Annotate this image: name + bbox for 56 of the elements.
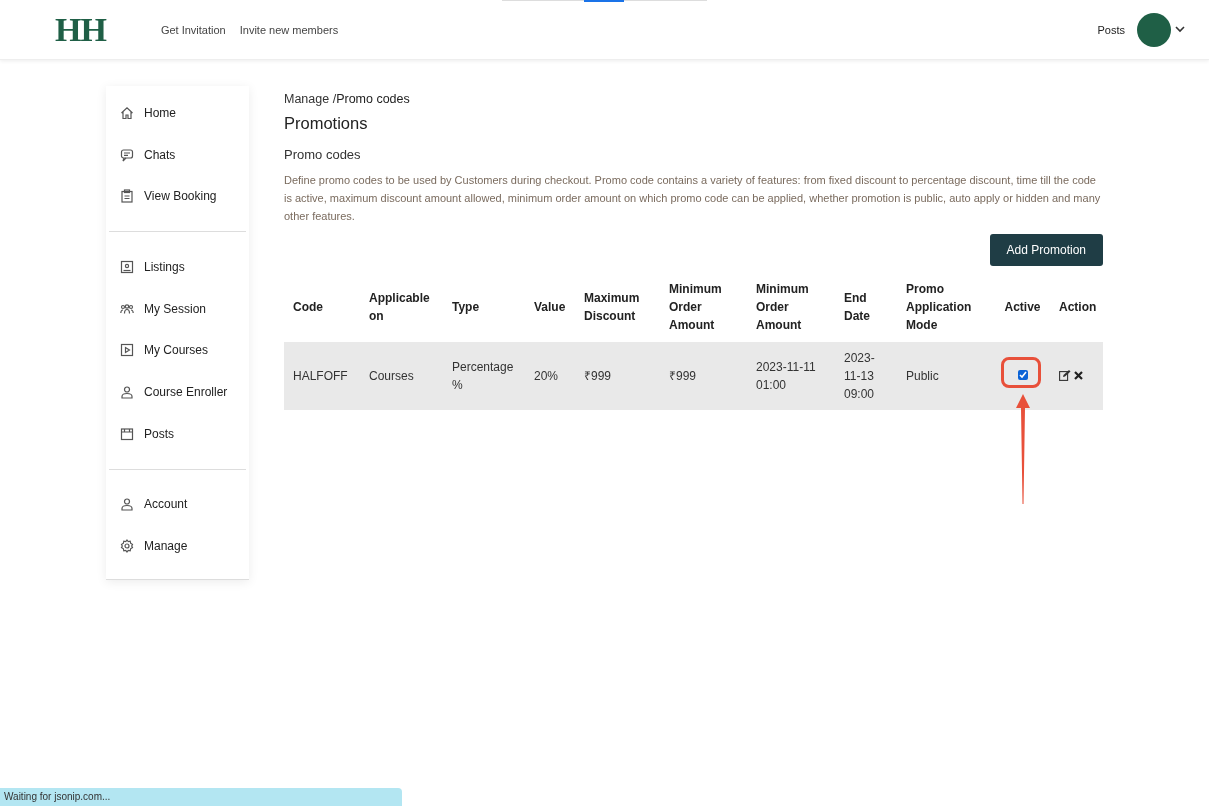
sidebar-item[interactable]: My Session [106,287,249,330]
people-icon [120,301,134,316]
table-cell: Public [897,342,995,410]
table-cell: 2023-11-11 01:00 [747,342,835,410]
column-header: Type [443,272,525,342]
column-header: End Date [835,272,897,342]
breadcrumb-current: Promo codes [336,92,410,106]
table-cell: ₹999 [660,342,747,410]
sidebar-item[interactable]: Course Enroller [106,371,249,413]
column-header: Promo Application Mode [897,272,995,342]
sidebar-item[interactable]: Manage [106,525,249,567]
nav-link[interactable]: Get Invitation [160,23,226,36]
gear-icon [120,539,134,554]
column-header: Applicable on [360,272,443,342]
chevron-down-icon[interactable] [1175,26,1185,33]
column-header: Code [284,272,360,342]
sidebar-item[interactable]: My Courses [106,329,249,372]
table-cell: Percentage % [443,342,525,410]
sidebar-item[interactable]: Chats [106,133,249,176]
column-header: Maximum Discount [575,272,660,342]
table-cell: ₹999 [575,342,660,410]
clipboard-icon [120,189,134,204]
calendar-icon [120,426,134,441]
nav-link[interactable]: Posts [1097,23,1125,36]
description: Define promo codes to be used by Customers during checkout. Promo code contains a variety of features: from fixed discount to percentage discount, time till the code is active, maximum discount amount allowed, minimum order amount on which promo code can be applied, whether promotion is public, auto apply or hidden and many other features. [284,173,1102,224]
table-cell: 20% [525,342,575,410]
section-title: Promo codes [284,147,362,162]
chat-icon [120,147,134,162]
column-header: Action [1050,272,1103,342]
logo[interactable]: HH [55,10,106,49]
table-cell: Courses [360,342,443,410]
sidebar-item[interactable]: Home [106,92,249,134]
home-icon [120,105,134,120]
status-bar: Waiting for jsonip.com... [0,788,402,806]
add-promotion-button[interactable]: Add Promotion [989,234,1103,266]
sidebar-item[interactable]: Account [106,483,249,526]
breadcrumb-link[interactable]: Manage / [284,92,337,106]
column-header: Value [525,272,575,342]
column-header: Minimum Order Amount [660,272,747,342]
table-cell: HALFOFF [284,342,360,410]
nav-link[interactable]: Invite new members [239,23,339,36]
avatar-icon[interactable] [1137,12,1171,47]
active-checkbox[interactable] [1017,370,1028,380]
column-header: Active [995,272,1050,342]
page-title: Promotions [284,114,369,133]
person-icon [120,384,134,399]
sidebar-item[interactable]: Listings [106,246,249,288]
column-header: Minimum Order Amount [747,272,835,342]
table-cell: 2023-11-13 09:00 [835,342,897,410]
listing-icon [120,259,134,274]
sidebar-item[interactable]: Posts [106,412,249,455]
play-icon [120,343,134,358]
edit-icon[interactable] [1059,370,1071,381]
sidebar-item[interactable]: View Booking [106,175,249,218]
person-icon [120,497,134,512]
close-icon[interactable] [1074,371,1083,380]
